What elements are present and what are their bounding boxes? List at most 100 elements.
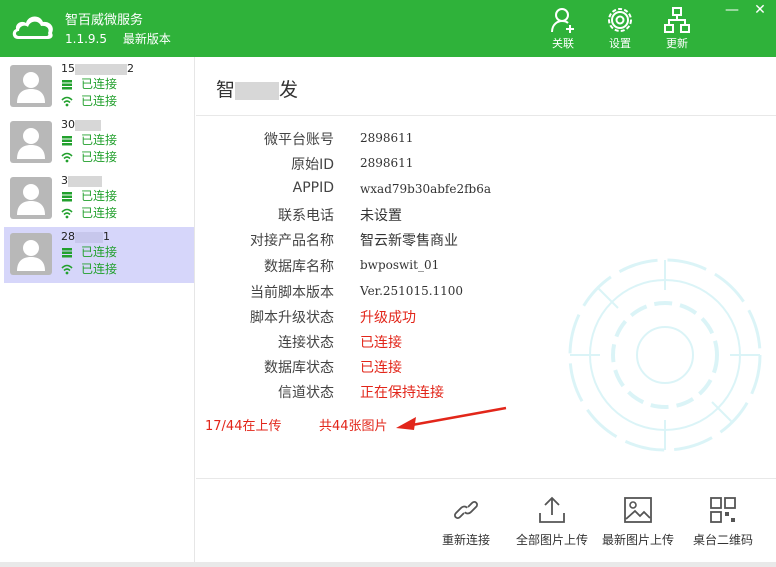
- upload-latest-button[interactable]: 最新图片上传: [600, 495, 676, 555]
- settings-label: 设置: [609, 37, 631, 50]
- server-status: 已连接: [61, 245, 117, 259]
- qrcode-button[interactable]: 桌台二维码: [690, 495, 756, 555]
- server-status: 已连接: [61, 77, 117, 91]
- user-icon: [17, 72, 45, 103]
- database-icon: [62, 192, 72, 202]
- info-row-database: 数据库名称 bwposwit_01: [196, 256, 756, 276]
- user-add-icon: [551, 8, 574, 33]
- wifi-status: 已连接: [61, 262, 117, 276]
- info-row-db-status: 数据库状态 已连接: [196, 357, 756, 377]
- reconnect-button[interactable]: 重新连接: [436, 495, 496, 555]
- info-label: 数据库名称: [264, 259, 334, 275]
- info-value: 已连接: [360, 360, 402, 376]
- user-icon: [17, 240, 45, 271]
- info-value: 已连接: [360, 335, 402, 351]
- info-label: 微平台账号: [264, 132, 334, 148]
- update-label: 更新: [666, 37, 688, 50]
- upload-icon: [539, 496, 565, 523]
- close-button[interactable]: ✕: [748, 0, 772, 22]
- info-value: 2898611: [360, 156, 414, 170]
- window-edge: [0, 562, 776, 567]
- version-note: 最新版本: [122, 32, 171, 46]
- upload-latest-label: 最新图片上传: [601, 533, 674, 547]
- info-value: 智云新零售商业: [360, 233, 458, 249]
- info-value: bwposwit_01: [360, 258, 440, 272]
- title-bar: 智百威微服务 1.1.9.5 最新版本 关联 设置 更新 — ✕: [0, 0, 776, 57]
- info-label: 信道状态: [278, 385, 334, 401]
- info-label: 联系电话: [278, 208, 334, 224]
- client-id: 15 2: [61, 62, 134, 75]
- version-number: 1.1.9.5: [65, 32, 107, 46]
- settings-button[interactable]: 设置: [595, 6, 645, 52]
- info-row-channel: 信道状态 正在保持连接: [196, 382, 756, 402]
- server-status: 已连接: [61, 133, 117, 147]
- server-status: 已连接: [61, 189, 117, 203]
- info-label: 原始ID: [291, 157, 334, 173]
- client-id: 30: [61, 118, 101, 131]
- update-button[interactable]: 更新: [652, 6, 702, 52]
- app-version: 1.1.9.5 最新版本: [65, 30, 183, 47]
- info-row-appid: APPID wxad79b30abfe2fb6a: [196, 180, 756, 200]
- database-icon: [62, 80, 72, 90]
- qrcode-label: 桌台二维码: [692, 533, 753, 547]
- avatar: [10, 121, 52, 163]
- user-icon: [17, 128, 45, 159]
- info-row-original-id: 原始ID 2898611: [196, 154, 756, 174]
- qrcode-icon: [710, 497, 736, 523]
- image-icon: [624, 497, 652, 523]
- user-icon: [17, 184, 45, 215]
- upload-total: 共44张图片: [319, 419, 388, 434]
- gear-icon: [608, 8, 632, 32]
- info-value: wxad79b30abfe2fb6a: [360, 182, 492, 196]
- wifi-icon: [61, 96, 73, 107]
- wifi-icon: [61, 264, 73, 275]
- info-value: 升级成功: [360, 310, 416, 326]
- info-label: 数据库状态: [264, 360, 334, 376]
- info-row-script-version: 当前脚本版本 Ver.251015.1100: [196, 282, 756, 302]
- info-label: 脚本升级状态: [250, 310, 334, 326]
- info-value: 2898611: [360, 131, 414, 145]
- cloud-logo-icon: [12, 16, 53, 39]
- reconnect-label: 重新连接: [441, 533, 490, 547]
- arrow-annotation-icon: [396, 406, 507, 430]
- client-list: 15 2 已连接 已连接 30 已连接 已连接 3 已连接 已连接 28 1 已…: [0, 57, 195, 567]
- divider: [196, 478, 776, 479]
- sitemap-icon: [664, 7, 690, 33]
- wifi-icon: [61, 152, 73, 163]
- database-icon: [62, 248, 72, 258]
- upload-all-button[interactable]: 全部图片上传: [514, 495, 590, 555]
- minimize-button[interactable]: —: [720, 0, 744, 22]
- client-item[interactable]: 15 2 已连接 已连接: [4, 59, 194, 115]
- wifi-status: 已连接: [61, 206, 117, 220]
- client-item[interactable]: 30 已连接 已连接: [4, 115, 194, 171]
- upload-all-label: 全部图片上传: [515, 533, 588, 547]
- avatar: [10, 65, 52, 107]
- client-item-selected[interactable]: 28 1 已连接 已连接: [4, 227, 194, 283]
- app-title: 智百威微服务: [65, 13, 144, 28]
- info-value: 正在保持连接: [360, 385, 444, 401]
- client-item[interactable]: 3 已连接 已连接: [4, 171, 194, 227]
- info-label: 对接产品名称: [250, 233, 334, 249]
- info-value: 未设置: [360, 208, 402, 224]
- avatar: [10, 233, 52, 275]
- follow-button[interactable]: 关联: [538, 6, 588, 52]
- database-icon: [62, 136, 72, 146]
- wifi-status: 已连接: [61, 94, 117, 108]
- info-label: 当前脚本版本: [250, 285, 334, 301]
- info-row-connection: 连接状态 已连接: [196, 332, 756, 352]
- info-value: Ver.251015.1100: [360, 284, 464, 298]
- info-row-product: 对接产品名称 智云新零售商业: [196, 230, 756, 250]
- client-id: 28 1: [61, 230, 110, 243]
- client-id: 3: [61, 174, 102, 187]
- divider: [196, 115, 776, 116]
- wifi-status: 已连接: [61, 150, 117, 164]
- info-label: 连接状态: [278, 335, 334, 351]
- info-label: APPID: [292, 180, 334, 196]
- info-row-phone: 联系电话 未设置: [196, 205, 756, 225]
- link-icon: [454, 501, 478, 519]
- info-row-account: 微平台账号 2898611: [196, 129, 756, 149]
- wifi-icon: [61, 208, 73, 219]
- page-title: 智发: [216, 79, 299, 101]
- avatar: [10, 177, 52, 219]
- follow-label: 关联: [552, 37, 574, 50]
